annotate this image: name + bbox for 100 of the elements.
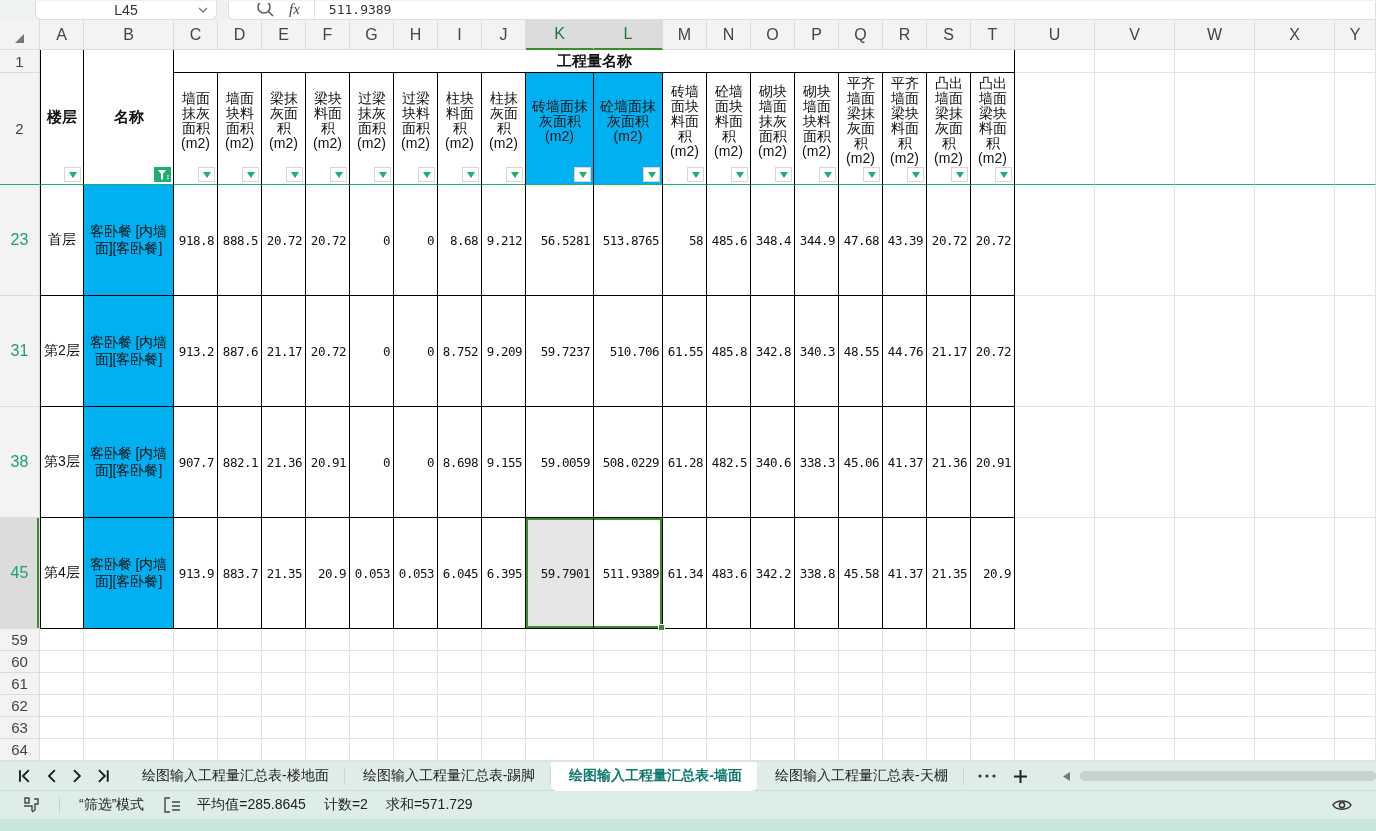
filter-button[interactable] (64, 167, 81, 182)
empty-cell[interactable] (663, 651, 707, 673)
empty-cell[interactable] (394, 695, 438, 717)
empty-cell[interactable] (482, 695, 526, 717)
empty-cell[interactable] (306, 695, 350, 717)
formula-bar[interactable]: fx 511.9389 (228, 0, 1376, 20)
empty-cell[interactable] (526, 717, 594, 739)
empty-cell[interactable] (594, 629, 663, 651)
empty-cell[interactable] (663, 673, 707, 695)
previous-sheet-icon[interactable] (46, 769, 57, 783)
empty-cell[interactable] (394, 673, 438, 695)
add-icon[interactable] (1013, 769, 1027, 783)
filter-button[interactable] (995, 167, 1012, 182)
empty-cell[interactable] (663, 695, 707, 717)
empty-cell[interactable] (262, 717, 306, 739)
row-header[interactable]: 1 (0, 50, 40, 73)
horizontal-scrollbar[interactable] (1079, 771, 1376, 781)
empty-cell[interactable] (174, 673, 218, 695)
empty-cell[interactable] (394, 717, 438, 739)
filter-button[interactable] (863, 167, 880, 182)
empty-cell[interactable] (218, 673, 262, 695)
empty-cell[interactable] (350, 629, 394, 651)
empty-cell[interactable] (927, 695, 971, 717)
row-header[interactable]: 62 (0, 695, 40, 717)
empty-cell[interactable] (1095, 518, 1175, 629)
list-icon[interactable] (164, 797, 182, 813)
empty-cell[interactable] (174, 629, 218, 651)
empty-cell[interactable] (795, 651, 839, 673)
empty-cell[interactable] (1095, 651, 1175, 673)
empty-cell[interactable] (594, 651, 663, 673)
empty-cell[interactable] (707, 717, 751, 739)
next-sheet-icon[interactable] (71, 769, 82, 783)
empty-cell[interactable] (1335, 296, 1376, 407)
filter-button[interactable] (198, 167, 215, 182)
empty-cell[interactable] (1175, 185, 1255, 296)
empty-cell[interactable] (707, 695, 751, 717)
empty-cell[interactable] (883, 695, 927, 717)
empty-cell[interactable] (84, 695, 174, 717)
empty-cell[interactable] (526, 629, 594, 651)
filter-button[interactable] (330, 167, 347, 182)
empty-cell[interactable] (1255, 73, 1335, 185)
column-header[interactable]: X (1255, 20, 1335, 50)
empty-cell[interactable] (174, 651, 218, 673)
column-header[interactable]: U (1015, 20, 1095, 50)
empty-cell[interactable] (927, 629, 971, 651)
empty-cell[interactable] (1255, 629, 1335, 651)
column-header[interactable]: H (394, 20, 438, 50)
filter-button[interactable] (242, 167, 259, 182)
empty-cell[interactable] (1175, 673, 1255, 695)
column-header[interactable]: O (751, 20, 795, 50)
column-header[interactable]: A (40, 20, 84, 50)
empty-cell[interactable] (438, 673, 482, 695)
empty-cell[interactable] (1255, 50, 1335, 73)
filter-button[interactable] (574, 167, 591, 182)
empty-cell[interactable] (1015, 407, 1095, 518)
filter-button[interactable] (731, 167, 748, 182)
empty-cell[interactable] (751, 629, 795, 651)
scroll-left-icon[interactable] (1062, 771, 1070, 781)
empty-cell[interactable] (262, 629, 306, 651)
empty-cell[interactable] (482, 629, 526, 651)
empty-cell[interactable] (1015, 695, 1095, 717)
empty-cell[interactable] (707, 673, 751, 695)
empty-cell[interactable] (927, 651, 971, 673)
filter-button[interactable] (374, 167, 391, 182)
empty-cell[interactable] (1015, 296, 1095, 407)
empty-cell[interactable] (883, 717, 927, 739)
column-header[interactable]: K (526, 20, 594, 50)
column-header[interactable]: G (350, 20, 394, 50)
empty-cell[interactable] (1255, 518, 1335, 629)
empty-cell[interactable] (751, 695, 795, 717)
name-box[interactable]: L45 (35, 0, 217, 20)
column-header[interactable]: T (971, 20, 1015, 50)
empty-cell[interactable] (262, 673, 306, 695)
empty-cell[interactable] (1335, 185, 1376, 296)
empty-cell[interactable] (1015, 629, 1095, 651)
empty-cell[interactable] (971, 695, 1015, 717)
filter-button[interactable] (907, 167, 924, 182)
filter-button[interactable] (951, 167, 968, 182)
empty-cell[interactable] (839, 651, 883, 673)
empty-cell[interactable] (1095, 673, 1175, 695)
sheet-tab[interactable]: 绘图输入工程量汇总表-天棚 (757, 767, 964, 785)
column-header[interactable]: V (1095, 20, 1175, 50)
fill-handle[interactable] (658, 624, 665, 631)
empty-cell[interactable] (1335, 695, 1376, 717)
empty-cell[interactable] (839, 673, 883, 695)
column-header[interactable]: Q (839, 20, 883, 50)
empty-cell[interactable] (218, 717, 262, 739)
empty-cell[interactable] (1175, 73, 1255, 185)
empty-cell[interactable] (971, 651, 1015, 673)
empty-cell[interactable] (1335, 50, 1376, 73)
empty-cell[interactable] (927, 673, 971, 695)
empty-cell[interactable] (350, 651, 394, 673)
sheet-tab[interactable]: 绘图输入工程量汇总表-楼地面 (124, 767, 345, 785)
filter-button[interactable] (506, 167, 523, 182)
empty-cell[interactable] (526, 695, 594, 717)
empty-cell[interactable] (218, 651, 262, 673)
select-all-corner[interactable] (0, 20, 40, 50)
empty-cell[interactable] (795, 695, 839, 717)
empty-cell[interactable] (1175, 518, 1255, 629)
empty-cell[interactable] (1095, 50, 1175, 73)
